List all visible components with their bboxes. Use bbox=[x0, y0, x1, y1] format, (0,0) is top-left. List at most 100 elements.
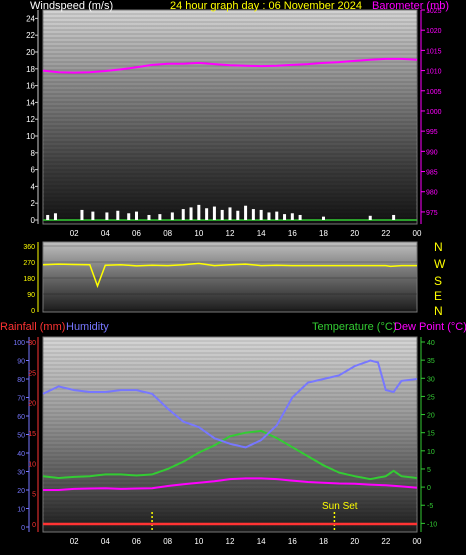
humidity-y-tick-label: 40 bbox=[17, 451, 25, 458]
temp-y-tick-label: 25 bbox=[427, 394, 435, 401]
temp-x-tick-label: 06 bbox=[132, 537, 141, 546]
humidity-y-tick-label: 70 bbox=[17, 396, 25, 403]
wind-speed-bar bbox=[116, 210, 120, 220]
temp-y-tick-label: -10 bbox=[427, 521, 437, 528]
wind-y-tick-label: 4 bbox=[31, 182, 36, 191]
temp-x-tick-label: 04 bbox=[101, 537, 110, 546]
baro-y-tick-label: 1005 bbox=[426, 89, 442, 96]
baro-y-tick-label: 990 bbox=[426, 149, 438, 156]
wind-speed-bar bbox=[368, 215, 372, 220]
wind-speed-bar bbox=[283, 214, 287, 220]
wind-x-tick-label: 00 bbox=[413, 229, 422, 238]
wind-speed-bar bbox=[158, 214, 162, 220]
temp-y-tick-label: 40 bbox=[427, 340, 435, 347]
humidity-y-tick-label: 50 bbox=[17, 433, 25, 440]
wind-x-tick-label: 16 bbox=[288, 229, 297, 238]
direction-y-tick-label: 270 bbox=[23, 260, 35, 267]
wind-speed-bar bbox=[181, 209, 185, 220]
rain-y-tick-label: 5 bbox=[32, 492, 36, 499]
compass-e: E bbox=[434, 289, 443, 303]
baro-y-tick-label: 1010 bbox=[426, 69, 442, 76]
temp-x-tick-label: 12 bbox=[226, 537, 235, 546]
wind-y-tick-label: 10 bbox=[26, 132, 35, 141]
wind-y-tick-label: 2 bbox=[31, 199, 36, 208]
rain-y-tick-label: 25 bbox=[28, 370, 36, 377]
wind-y-tick-label: 8 bbox=[31, 149, 36, 158]
weather-chart-svg: 0246810121416182022249759809859909951000… bbox=[13, 8, 442, 546]
wind-x-tick-label: 18 bbox=[319, 229, 328, 238]
wind-x-tick-label: 22 bbox=[381, 229, 390, 238]
temp-x-tick-label: 18 bbox=[319, 537, 328, 546]
wind-x-tick-label: 02 bbox=[70, 229, 79, 238]
wind-axis-title: Windspeed (m/s) bbox=[30, 0, 114, 12]
wind-speed-bar bbox=[298, 214, 302, 220]
temp-y-tick-label: 0 bbox=[427, 485, 431, 492]
temp-x-tick-label: 16 bbox=[288, 537, 297, 546]
wind-y-tick-label: 14 bbox=[26, 98, 35, 107]
wind-speed-bar bbox=[127, 213, 131, 220]
wind-speed-bar bbox=[212, 206, 216, 220]
temp-y-tick-label: 35 bbox=[427, 358, 435, 365]
compass-s: S bbox=[434, 274, 443, 288]
dewpoint-axis-title: Dew Point (°C) bbox=[394, 321, 466, 333]
baro-y-tick-label: 975 bbox=[426, 210, 438, 217]
wind-y-tick-label: 0 bbox=[31, 216, 36, 225]
temp-x-tick-label: 00 bbox=[413, 537, 422, 546]
temp-y-tick-label: 20 bbox=[427, 413, 435, 420]
wind-x-tick-label: 08 bbox=[163, 229, 172, 238]
wind-speed-bar bbox=[244, 205, 248, 220]
chart-title: 24 hour graph day : 06 November 2024 bbox=[170, 0, 363, 12]
rain-y-tick-label: 15 bbox=[28, 431, 36, 438]
wind-speed-bar bbox=[236, 210, 240, 220]
temp-x-tick-label: 14 bbox=[257, 537, 266, 546]
rain-y-tick-label: 30 bbox=[28, 340, 36, 347]
wind-speed-bar bbox=[322, 216, 325, 220]
wind-speed-bar bbox=[220, 209, 224, 220]
humidity-y-tick-label: 10 bbox=[17, 507, 25, 514]
wind-y-tick-label: 22 bbox=[26, 31, 35, 40]
wind-speed-bar bbox=[91, 211, 95, 220]
wind-speed-bar bbox=[205, 208, 209, 220]
wind-y-tick-label: 16 bbox=[26, 82, 35, 91]
sunset-label: Sun Set bbox=[322, 501, 358, 512]
wind-y-tick-label: 24 bbox=[26, 14, 35, 23]
baro-y-tick-label: 980 bbox=[426, 190, 438, 197]
baro-y-tick-label: 1015 bbox=[426, 48, 442, 55]
weather-graph: 0 2 4 6 8 10 12 14 16 18 20 22 24 975 980 985 990 995 1000… bbox=[0, 0, 466, 555]
direction-y-tick-label: 360 bbox=[23, 244, 35, 251]
compass-w: W bbox=[434, 257, 446, 271]
direction-panel-background bbox=[42, 241, 418, 313]
baro-y-tick-label: 995 bbox=[426, 129, 438, 136]
baro-y-tick-label: 1000 bbox=[426, 109, 442, 116]
temp-x-tick-label: 02 bbox=[70, 537, 79, 546]
rain-y-tick-label: 10 bbox=[28, 461, 36, 468]
direction-y-tick-label: 90 bbox=[27, 292, 35, 299]
temp-panel-background bbox=[42, 336, 418, 533]
humidity-y-tick-label: 30 bbox=[17, 470, 25, 477]
wind-speed-bar bbox=[53, 213, 57, 220]
direction-y-tick-label: 180 bbox=[23, 276, 35, 283]
temp-y-tick-label: -5 bbox=[427, 503, 433, 510]
baro-y-tick-label: 985 bbox=[426, 170, 438, 177]
temperature-axis-title: Temperature (°C) bbox=[312, 321, 397, 333]
wind-speed-bar bbox=[189, 207, 193, 220]
wind-x-tick-label: 20 bbox=[350, 229, 359, 238]
baro-y-tick-label: 1020 bbox=[426, 28, 442, 35]
wind-speed-bar bbox=[259, 209, 263, 220]
baro-axis-title: Barometer (mb) bbox=[372, 0, 450, 12]
compass-n-top: N bbox=[434, 240, 443, 254]
wind-speed-bar bbox=[228, 207, 232, 220]
wind-y-tick-label: 6 bbox=[31, 166, 36, 175]
compass-n-bottom: N bbox=[434, 304, 443, 318]
wind-x-tick-label: 10 bbox=[194, 229, 203, 238]
temp-x-tick-label: 08 bbox=[163, 537, 172, 546]
temp-x-tick-label: 10 bbox=[194, 537, 203, 546]
temp-y-tick-label: 30 bbox=[427, 376, 435, 383]
wind-x-tick-label: 12 bbox=[226, 229, 235, 238]
wind-speed-bar bbox=[392, 214, 396, 220]
direction-y-tick-label: 0 bbox=[31, 308, 35, 315]
wind-speed-bar bbox=[290, 213, 294, 220]
wind-y-tick-label: 18 bbox=[26, 65, 35, 74]
wind-speed-bar bbox=[275, 211, 279, 220]
humidity-y-tick-label: 60 bbox=[17, 414, 25, 421]
